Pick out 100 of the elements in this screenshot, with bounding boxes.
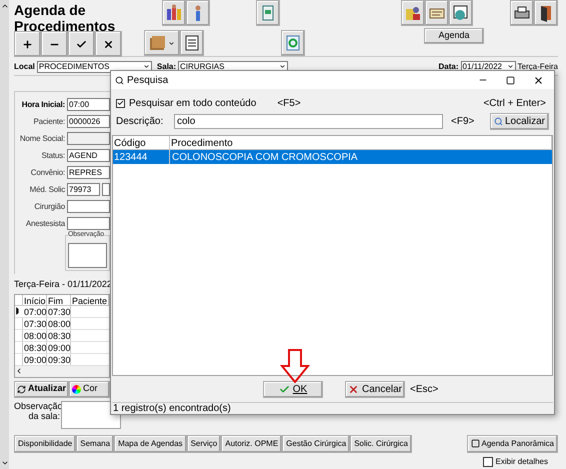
table-cell: 123444 bbox=[113, 150, 170, 164]
agenda-button[interactable]: Agenda bbox=[424, 28, 484, 44]
add-button[interactable] bbox=[14, 31, 41, 57]
refresh-button[interactable] bbox=[281, 30, 305, 56]
column-header: Fim bbox=[47, 294, 71, 304]
description-label: Descrição: bbox=[116, 115, 164, 129]
date-label: Data: bbox=[438, 60, 459, 72]
status-bar: 1 registro(s) encontrado(s) bbox=[112, 402, 553, 414]
details-label: Exibir detalhes bbox=[496, 456, 548, 468]
find-button[interactable]: Localizar bbox=[490, 113, 549, 130]
weekday-label: Terça-Feira bbox=[518, 60, 558, 72]
table-cell-text: COLONOSCOPIA COM CROMOSCOPIA bbox=[171, 151, 359, 164]
tab[interactable]: Serviço bbox=[186, 434, 222, 452]
input-field[interactable] bbox=[67, 217, 110, 230]
confirm-button[interactable] bbox=[68, 31, 95, 57]
notes-field[interactable] bbox=[68, 243, 107, 268]
cross-icon bbox=[348, 384, 359, 394]
document-icon bbox=[183, 34, 201, 52]
shortcut-hint: <F5> bbox=[277, 96, 301, 110]
input-field[interactable] bbox=[67, 200, 110, 213]
search-icon bbox=[494, 117, 503, 126]
close-icon[interactable] bbox=[533, 74, 544, 86]
document-button[interactable] bbox=[180, 30, 204, 56]
refresh-button[interactable]: Atualizar bbox=[14, 380, 70, 398]
check-icon bbox=[76, 38, 87, 50]
input-field[interactable] bbox=[102, 183, 110, 196]
card-button[interactable] bbox=[400, 0, 424, 26]
tab[interactable]: Autoriz. OPME bbox=[221, 434, 282, 452]
table-cell: 08:30 bbox=[47, 330, 71, 340]
column-header: Paciente bbox=[71, 294, 109, 304]
people-icon bbox=[165, 4, 183, 22]
table-cell: 09:30 bbox=[47, 354, 71, 364]
scroll-up-icon bbox=[0, 2, 8, 10]
ok-button[interactable]: OK bbox=[263, 380, 323, 398]
field-label: Paciente: bbox=[32, 116, 65, 128]
local-label: Local bbox=[14, 60, 35, 72]
folder-button[interactable] bbox=[144, 30, 180, 56]
table-cell: 08:00 bbox=[47, 318, 71, 328]
input-field[interactable]: 07:00 bbox=[67, 98, 110, 111]
column-header: Procedimento bbox=[170, 136, 552, 149]
schedule-grid[interactable]: Início Fim Paciente 07:00 07:30 07:30 08:00 08:00 08:30 08:30 09:00 09:00 09:30 bbox=[14, 294, 110, 378]
input-field[interactable]: AGEND bbox=[67, 149, 110, 162]
check-icon bbox=[278, 384, 290, 394]
calendar-clock-button[interactable] bbox=[448, 0, 472, 26]
field-label: Nome Social: bbox=[18, 132, 65, 144]
dropdown-icon bbox=[279, 63, 286, 70]
field-label: Cirurgião bbox=[33, 200, 65, 212]
people-button[interactable] bbox=[162, 0, 186, 26]
tab[interactable]: Semana bbox=[76, 434, 114, 452]
person-button[interactable] bbox=[186, 0, 210, 26]
tab[interactable]: Disponibilidade bbox=[14, 434, 76, 452]
scroll-left-icon bbox=[15, 367, 23, 375]
door-button[interactable] bbox=[534, 0, 558, 26]
input-field[interactable] bbox=[67, 132, 110, 145]
maximize-icon[interactable] bbox=[506, 76, 515, 84]
field-label: Status: bbox=[40, 150, 65, 162]
close-icon bbox=[103, 38, 114, 50]
local-dropdown[interactable]: PROCEDIMENTOS bbox=[36, 60, 152, 72]
dialog-icon bbox=[115, 76, 124, 84]
table-cell: 07:30 bbox=[23, 318, 47, 328]
table-cell: 09:00 bbox=[47, 342, 71, 352]
cancel-button[interactable]: Cancelar bbox=[345, 380, 405, 398]
table-cell: 09:00 bbox=[23, 354, 47, 364]
input-field[interactable]: 0000026 bbox=[67, 115, 110, 128]
dialog-title: Pesquisa bbox=[127, 74, 168, 88]
papers-button[interactable] bbox=[424, 0, 448, 26]
result-row[interactable]: 123444 COLONOSCOPIA COM CROMOSCOPIA bbox=[113, 150, 552, 164]
field-label: Hora Inicial: bbox=[20, 98, 65, 110]
input-field[interactable]: REPRES bbox=[67, 166, 110, 179]
tab[interactable]: Gestão Cirúrgica bbox=[282, 434, 350, 452]
tab[interactable]: Mapa de Agendas bbox=[114, 434, 187, 452]
schedule-title: Terça-Feira - 01/11/2022 bbox=[14, 278, 110, 291]
printer-button[interactable] bbox=[510, 0, 534, 26]
page-title: Agenda de Procedimentos bbox=[14, 1, 116, 34]
shortcut-hint: <Esc> bbox=[410, 382, 438, 396]
field-label: Anestesista bbox=[24, 218, 65, 230]
dropdown-icon bbox=[168, 40, 175, 46]
column-header: Código bbox=[113, 136, 170, 149]
cancel-button[interactable] bbox=[95, 31, 122, 57]
dropdown-icon bbox=[142, 63, 150, 70]
column-header: Início bbox=[23, 294, 47, 304]
shortcut-hint: <F9> bbox=[451, 115, 474, 129]
field-label: Convênio: bbox=[30, 166, 65, 178]
shortcut-hint: <Ctrl + Enter> bbox=[483, 96, 546, 110]
details-checkbox[interactable] bbox=[482, 456, 493, 466]
room-note-field[interactable] bbox=[61, 400, 121, 428]
scroll-down-icon bbox=[0, 459, 8, 467]
input-field[interactable]: 79973 bbox=[67, 183, 100, 196]
search-all-label: Pesquisar em todo conteúdo bbox=[129, 96, 256, 110]
scrollbar[interactable] bbox=[0, 0, 9, 469]
dropdown-icon bbox=[506, 63, 514, 70]
search-all-checkbox[interactable] bbox=[116, 98, 125, 108]
spreadsheet-button[interactable] bbox=[256, 0, 280, 26]
plus-icon bbox=[22, 38, 33, 50]
panorama-button[interactable]: Agenda Panorâmica bbox=[466, 434, 558, 452]
table-cell: 07:00 bbox=[23, 306, 47, 316]
tab[interactable]: Solic. Cirúrgica bbox=[350, 434, 412, 452]
color-button[interactable]: Cor bbox=[69, 380, 110, 398]
description-field[interactable]: colo bbox=[174, 114, 443, 129]
color-wheel-icon bbox=[72, 384, 82, 394]
